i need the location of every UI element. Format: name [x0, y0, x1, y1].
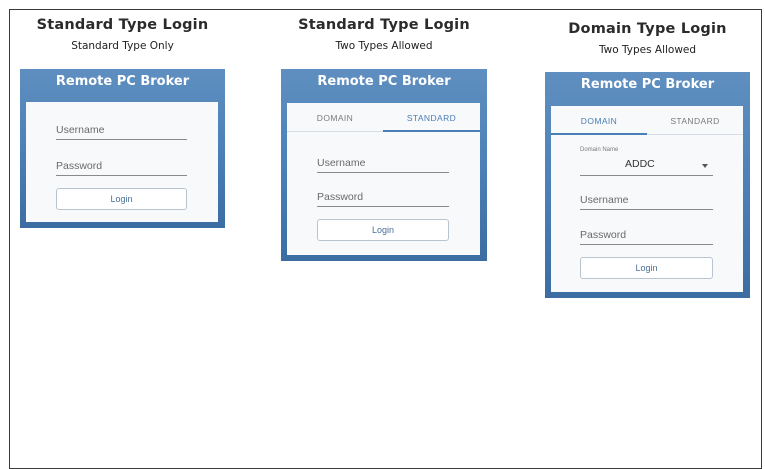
password-field[interactable]: Password	[317, 185, 449, 207]
domain-select[interactable]: ADDC	[580, 154, 713, 176]
card-title: Remote PC Broker	[580, 77, 715, 92]
column-2-title: Standard Type Login	[298, 17, 470, 33]
tab-domain[interactable]: DOMAIN	[287, 113, 383, 123]
password-field[interactable]: Password	[580, 223, 713, 245]
login-button[interactable]: Login	[317, 219, 449, 241]
card-title: Remote PC Broker	[55, 74, 190, 89]
card-title: Remote PC Broker	[317, 74, 451, 89]
username-placeholder: Username	[56, 124, 105, 136]
column-2-subtitle: Two Types Allowed	[335, 40, 433, 52]
chevron-down-icon	[702, 164, 708, 168]
column-3-title: Domain Type Login	[568, 21, 727, 37]
username-field[interactable]: Username	[56, 118, 187, 140]
domain-name-label: Domain Name	[580, 147, 619, 153]
login-panel: DOMAIN STANDARD Username Password Login	[287, 103, 480, 255]
login-button[interactable]: Login	[56, 188, 187, 210]
username-placeholder: Username	[317, 157, 366, 169]
tab-standard[interactable]: STANDARD	[647, 116, 743, 126]
column-1-title: Standard Type Login	[36, 17, 209, 33]
domain-select-value: ADDC	[625, 158, 655, 170]
login-card-standard-only: Remote PC Broker Username Password Login	[20, 69, 225, 228]
column-3-subtitle: Two Types Allowed	[598, 44, 697, 56]
login-panel: DOMAIN STANDARD Domain Name ADDC Usernam…	[551, 106, 743, 292]
column-1-subtitle: Standard Type Only	[71, 40, 174, 52]
login-panel: Username Password Login	[26, 102, 218, 222]
tab-domain[interactable]: DOMAIN	[551, 116, 647, 126]
username-field[interactable]: Username	[317, 151, 449, 173]
tab-standard[interactable]: STANDARD	[383, 113, 480, 123]
password-placeholder: Password	[317, 191, 364, 203]
username-field[interactable]: Username	[580, 188, 713, 210]
login-card-two-types-standard: Remote PC Broker DOMAIN STANDARD Usernam…	[281, 69, 487, 261]
login-button[interactable]: Login	[580, 257, 713, 279]
login-card-two-types-domain: Remote PC Broker DOMAIN STANDARD Domain …	[545, 72, 750, 298]
password-placeholder: Password	[580, 229, 627, 241]
password-placeholder: Password	[56, 160, 103, 172]
password-field[interactable]: Password	[56, 154, 187, 176]
active-tab-indicator	[551, 133, 647, 135]
active-tab-indicator	[383, 130, 480, 132]
username-placeholder: Username	[580, 194, 629, 206]
